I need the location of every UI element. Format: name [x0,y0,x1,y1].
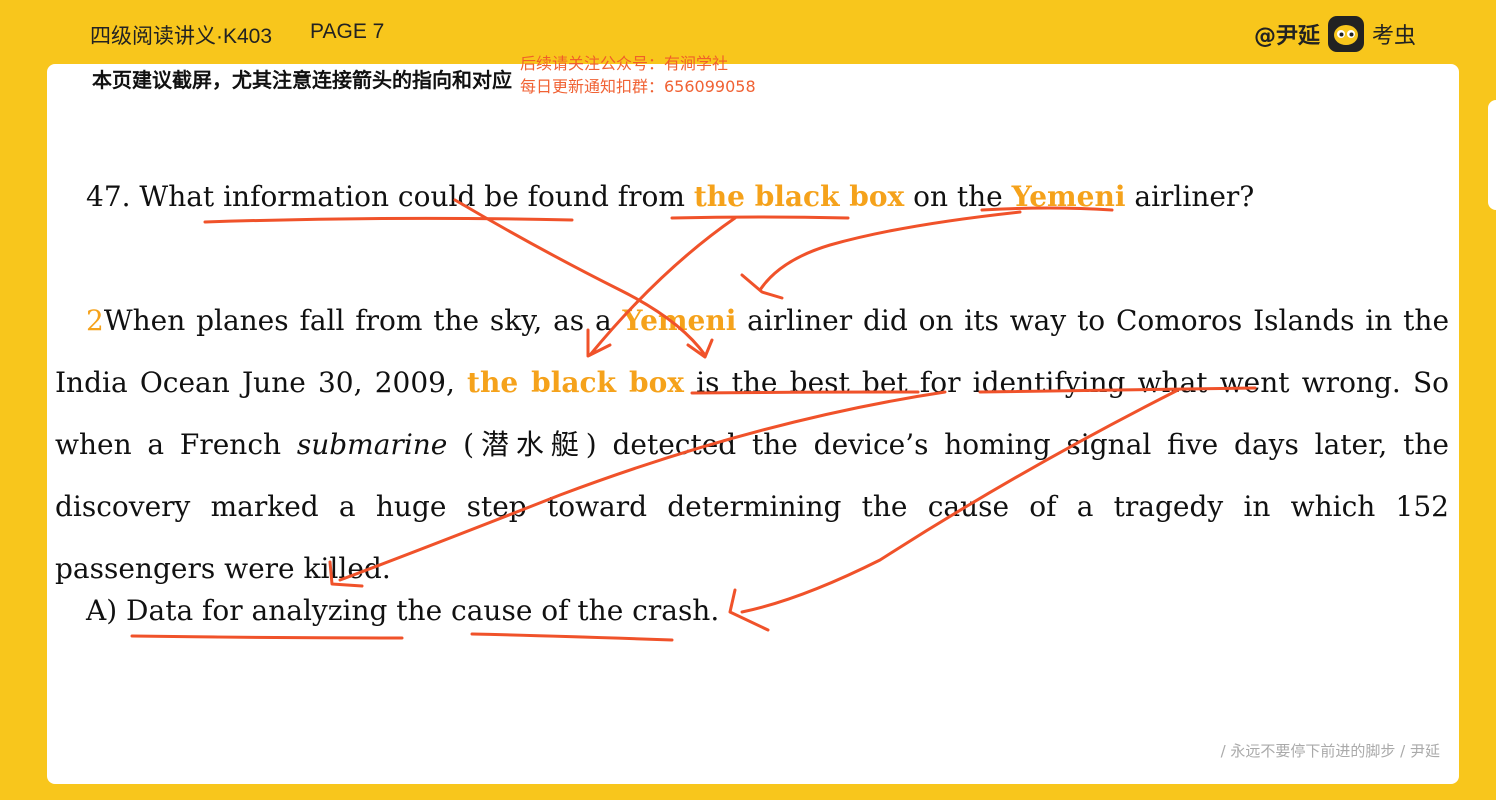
passage-italic-word: submarine [296,428,448,461]
bug-mascot-icon [1327,16,1364,52]
course-title: 四级阅读讲义·K403 [90,25,273,48]
question-mid: on the [904,180,1012,213]
side-panel-edge [1488,100,1496,210]
watermark-line-1: 后续请关注公众号：有涧学社 [520,54,729,73]
page-number: PAGE 7 [310,20,385,43]
lecture-header: 四级阅读讲义·K403 PAGE 7 [90,20,384,50]
passage-keyword-yemeni: Yemeni [622,304,737,337]
question-keyword-black-box: the black box [693,180,905,213]
question-47: 47. What information could be found from… [86,180,1254,213]
brand-author: @尹延 [1253,24,1320,49]
answer-option-a: A) Data for analyzing the cause of the c… [86,594,720,627]
brand-logo: @尹延 考虫 [1254,16,1416,52]
screenshot-note: 本页建议截屏，尤其注意连接箭头的指向和对应 [92,68,512,92]
passage-text-1: When planes fall from the sky, as a [103,304,623,337]
question-keyword-yemeni: Yemeni [1011,180,1126,213]
watermark: 后续请关注公众号：有涧学社 每日更新通知扣群：656099058 [520,52,756,98]
footer-slogan: / 永远不要停下前进的脚步 / 尹延 [1220,742,1440,760]
question-suffix: airliner? [1125,180,1255,213]
passage-paragraph: 2When planes fall from the sky, as a Yem… [55,290,1449,600]
paragraph-number: 2 [86,304,104,337]
brand-app-name: 考虫 [1371,24,1416,49]
watermark-line-2: 每日更新通知扣群：656099058 [520,77,756,96]
question-prefix: 47. What information could be found from [86,180,694,213]
passage-keyword-black-box: the black box [467,366,684,399]
